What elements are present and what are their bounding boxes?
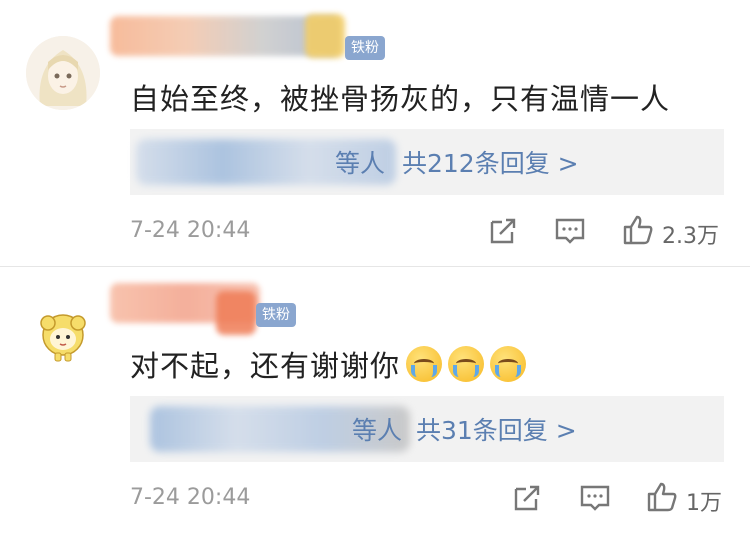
comment-text: 对不起，还有谢谢你: [130, 343, 527, 385]
share-icon[interactable]: [486, 214, 520, 248]
reply-count-link[interactable]: 共212条回复 >: [402, 144, 579, 180]
comment-item: 铁粉 自始至终，被挫骨扬灰的，只有温情一人 等人 共212条回复 > 7-24 …: [0, 0, 750, 266]
comment-icon[interactable]: [578, 481, 612, 515]
reply-preview-box[interactable]: 等人 共31条回复 >: [130, 396, 724, 462]
like-count: 2.3万: [662, 224, 719, 249]
comment-item: 铁粉 对不起，还有谢谢你 等人 共31条回复 > 7-24 20:44 1万: [0, 267, 750, 533]
level-badge-redacted: [216, 291, 256, 335]
reply-preview-box[interactable]: 等人 共212条回复 >: [130, 129, 724, 195]
comment-timestamp: 7-24 20:44: [130, 218, 251, 243]
crying-emoji-icon: [406, 346, 443, 382]
sheep-avatar-icon: [26, 299, 100, 373]
crying-emoji-icon: [490, 346, 527, 382]
user-avatar[interactable]: [26, 36, 100, 110]
like-count: 1万: [686, 491, 722, 516]
comment-text-content: 对不起，还有谢谢你: [130, 349, 401, 383]
fan-badge: 铁粉: [256, 303, 296, 327]
reply-users-suffix: 等人: [335, 149, 386, 178]
fan-badge: 铁粉: [345, 36, 385, 60]
crying-emoji-icon: [448, 346, 485, 382]
comment-text: 自始至终，被挫骨扬灰的，只有温情一人: [130, 82, 671, 116]
level-badge-redacted: [305, 14, 345, 58]
like-icon[interactable]: [645, 480, 679, 514]
comment-icon[interactable]: [553, 214, 587, 248]
user-avatar[interactable]: [26, 299, 100, 373]
like-icon[interactable]: [621, 213, 655, 247]
reply-users-suffix: 等人: [352, 416, 403, 445]
reply-count-link[interactable]: 共31条回复 >: [416, 411, 577, 447]
anime-avatar-icon: [26, 36, 100, 110]
share-icon[interactable]: [510, 481, 544, 515]
comment-timestamp: 7-24 20:44: [130, 485, 251, 510]
